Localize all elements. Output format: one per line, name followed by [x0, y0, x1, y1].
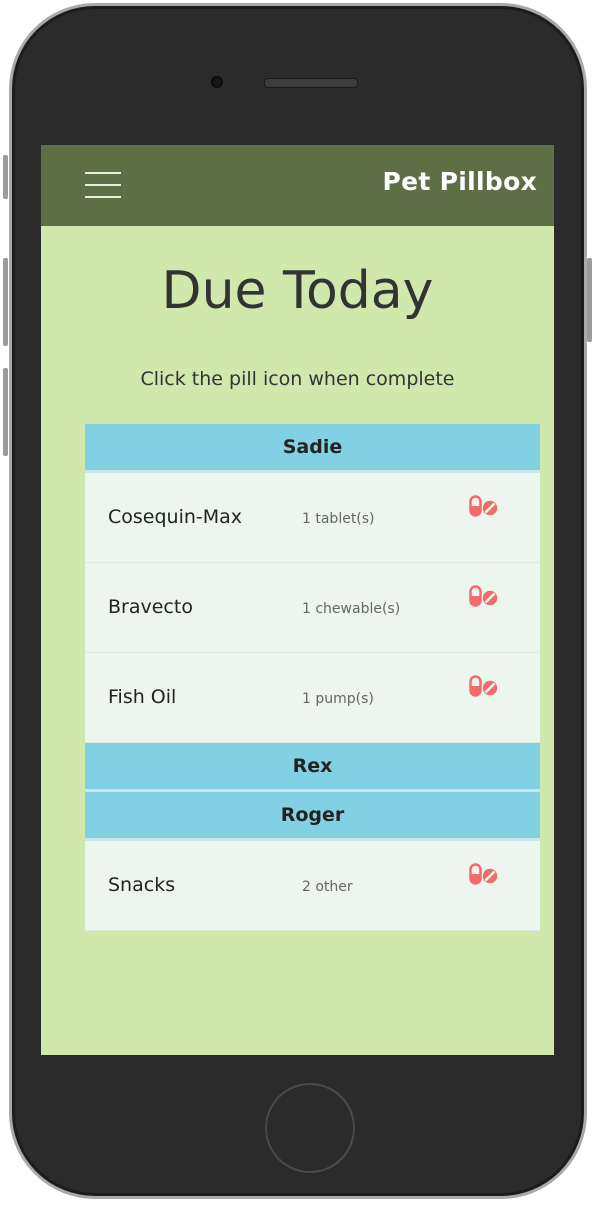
med-dose: 1 pump(s)	[302, 691, 374, 707]
pill-icon[interactable]	[469, 675, 499, 697]
pill-icon[interactable]	[469, 863, 499, 885]
med-row: Snacks 2 other	[85, 841, 540, 931]
mute-switch	[3, 155, 8, 199]
top-navbar: Pet Pillbox	[41, 145, 554, 226]
med-dose: 1 tablet(s)	[302, 511, 375, 527]
power-button	[587, 258, 592, 342]
hamburger-menu-icon[interactable]	[85, 169, 123, 201]
volume-down-button	[3, 368, 8, 456]
pet-header-rex: Rex	[85, 743, 540, 792]
med-name: Cosequin-Max	[108, 506, 243, 528]
med-name: Fish Oil	[108, 686, 177, 708]
pet-header-sadie: Sadie	[85, 424, 540, 473]
med-row: Bravecto 1 chewable(s)	[85, 563, 540, 653]
home-button[interactable]	[265, 1083, 355, 1173]
med-dose: 1 chewable(s)	[302, 601, 401, 617]
earpiece-speaker	[264, 78, 358, 88]
pill-icon[interactable]	[469, 495, 499, 517]
due-list: Sadie Cosequin-Max 1 tablet(s) Bravecto …	[85, 424, 540, 931]
med-row: Cosequin-Max 1 tablet(s)	[85, 473, 540, 563]
app-title[interactable]: Pet Pillbox	[383, 167, 537, 196]
page-subtitle: Click the pill icon when complete	[140, 368, 455, 390]
page-title: Due Today	[161, 261, 434, 321]
med-dose: 2 other	[302, 879, 353, 895]
volume-up-button	[3, 258, 8, 346]
pill-icon[interactable]	[469, 585, 499, 607]
front-camera	[211, 76, 223, 88]
med-name: Snacks	[108, 874, 176, 896]
app-screen: Pet Pillbox Due Today Click the pill ico…	[41, 145, 554, 1055]
med-row: Fish Oil 1 pump(s)	[85, 653, 540, 743]
med-name: Bravecto	[108, 596, 193, 618]
pet-header-roger: Roger	[85, 792, 540, 841]
